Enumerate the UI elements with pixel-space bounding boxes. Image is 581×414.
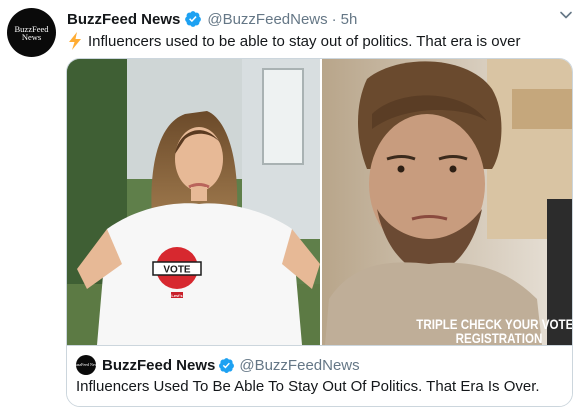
lightning-bolt-icon — [69, 32, 81, 50]
link-card[interactable]: VOTE Levi's TRIPLE CHECK YOUR VOTER REGI… — [66, 58, 573, 407]
author-handle[interactable]: @BuzzFeedNews — [207, 11, 327, 28]
author-name[interactable]: BuzzFeed News — [67, 11, 180, 28]
right-photo: TRIPLE CHECK YOUR VOTER REGISTRATION — [322, 59, 572, 345]
quoted-title: Influencers Used To Be Able To Stay Out … — [76, 378, 540, 395]
tweet-body: Influencers used to be able to stay out … — [88, 32, 521, 50]
photo-collage: VOTE Levi's TRIPLE CHECK YOUR VOTER REGI… — [67, 59, 572, 345]
video-caption-line1: TRIPLE CHECK YOUR VOTER — [416, 317, 572, 332]
quoted-header: BuzzFeed News BuzzFeed News @BuzzFeedNew… — [73, 354, 360, 376]
chevron-down-icon[interactable] — [559, 8, 573, 22]
verified-badge-icon — [185, 11, 202, 27]
media-preview[interactable]: VOTE Levi's TRIPLE CHECK YOUR VOTER REGI… — [67, 59, 572, 345]
shirt-vote-text: VOTE — [163, 265, 191, 276]
shirt-small-text: Levi's — [171, 293, 183, 298]
quoted-avatar: BuzzFeed News — [73, 355, 99, 375]
quoted-author-handle: @BuzzFeedNews — [239, 356, 360, 374]
quoted-article[interactable]: BuzzFeed News BuzzFeed News @BuzzFeedNew… — [67, 345, 572, 406]
separator: · — [331, 10, 337, 28]
tweet-timestamp[interactable]: 5h — [341, 11, 358, 28]
tweet-header: BuzzFeed News @BuzzFeedNews · 5h — [67, 9, 357, 29]
left-photo: VOTE Levi's — [67, 59, 320, 345]
quoted-author-name: BuzzFeed News — [102, 356, 216, 374]
tweet-text: Influencers used to be able to stay out … — [67, 31, 520, 51]
verified-badge-icon — [219, 357, 235, 373]
author-avatar[interactable]: BuzzFeed News — [7, 8, 56, 57]
video-caption-line2: REGISTRATION — [456, 331, 543, 345]
